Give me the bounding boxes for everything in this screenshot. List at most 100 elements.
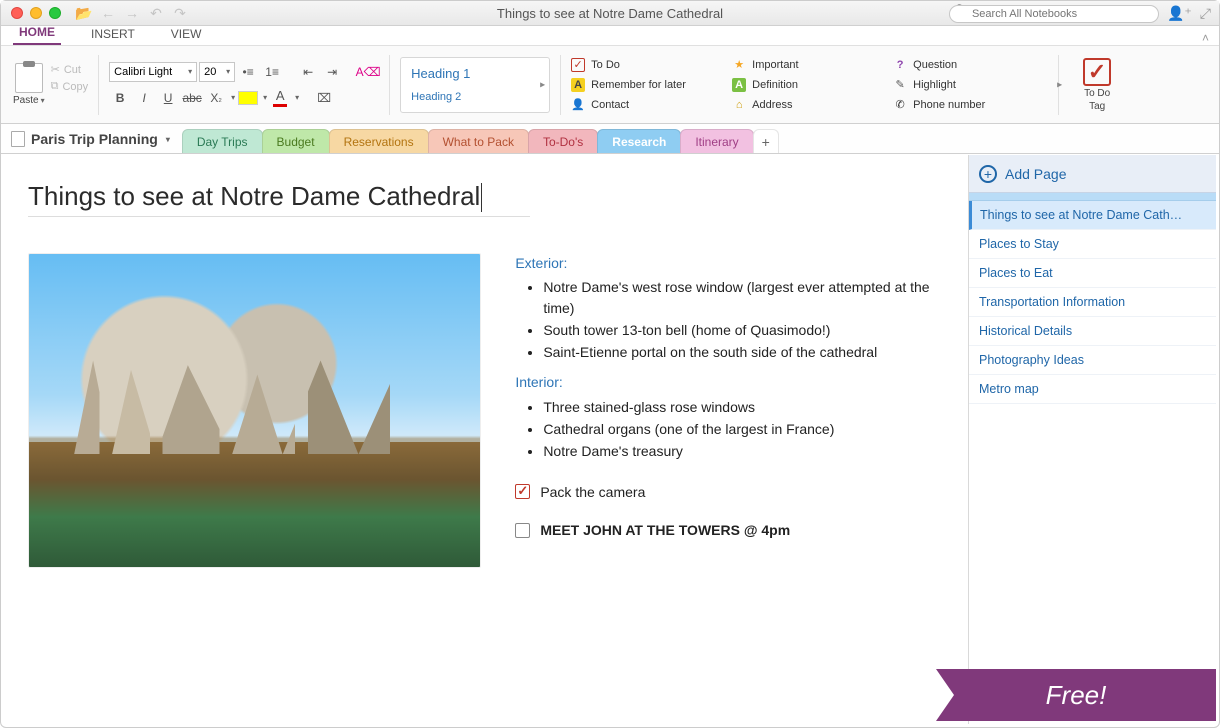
pen-icon: ✎	[893, 78, 907, 92]
underline-button[interactable]: U	[157, 87, 179, 109]
home-icon: ⌂	[732, 98, 746, 112]
font-color-button[interactable]: A	[269, 87, 291, 109]
close-window[interactable]	[11, 7, 23, 19]
bullets-button[interactable]: •≡	[237, 61, 259, 83]
fullscreen-icon[interactable]: ⤢	[1200, 5, 1211, 22]
exterior-heading: Exterior:	[515, 253, 944, 273]
scissors-icon: ✂	[51, 63, 60, 76]
task-label: Pack the camera	[540, 482, 645, 502]
style-heading2[interactable]: Heading 2	[411, 91, 539, 103]
back-icon[interactable]: ←	[99, 4, 117, 22]
phone-icon: ✆	[893, 98, 907, 112]
tag-contact[interactable]: 👤Contact	[571, 96, 726, 114]
tab-insert[interactable]: INSERT	[85, 25, 141, 45]
tag-phone[interactable]: ✆Phone number	[893, 96, 1048, 114]
styles-gallery[interactable]: Heading 1 Heading 2 ▸	[400, 57, 550, 113]
main-area: Things to see at Notre Dame Cathedral Ex…	[4, 155, 1216, 724]
subscript-button[interactable]: X₂	[205, 87, 227, 109]
indent-button[interactable]: ⇥	[321, 61, 343, 83]
section-tab-reservations[interactable]: Reservations	[329, 129, 429, 153]
style-heading1[interactable]: Heading 1	[411, 66, 539, 81]
cut-label: Cut	[64, 64, 81, 76]
copy-icon: ⧉	[51, 80, 59, 93]
letter-a-green-icon: A	[732, 78, 746, 92]
tag-todo[interactable]: ✓To Do	[571, 56, 726, 74]
tag-remember[interactable]: ARemember for later	[571, 76, 726, 94]
section-tab-to-do-s[interactable]: To-Do's	[528, 129, 598, 153]
page-canvas[interactable]: Things to see at Notre Dame Cathedral Ex…	[4, 155, 968, 724]
todo-tag-button[interactable]: ✓ To Do Tag	[1083, 58, 1111, 112]
font-size-value: 20	[204, 66, 216, 78]
page-list-item[interactable]: Historical Details	[969, 317, 1216, 346]
task-meet-john[interactable]: ✓ MEET JOHN AT THE TOWERS @ 4pm	[515, 520, 944, 540]
cut-button[interactable]: ✂ Cut	[51, 63, 89, 76]
question-icon: ?	[893, 58, 907, 72]
search-input[interactable]	[949, 5, 1159, 23]
page-list-strip	[969, 193, 1216, 201]
redo-icon[interactable]: ↷	[171, 4, 189, 22]
page-list-item[interactable]: Metro map	[969, 375, 1216, 404]
page-list-item[interactable]: Things to see at Notre Dame Cath…	[969, 201, 1216, 230]
minimize-window[interactable]	[30, 7, 42, 19]
checkmark-icon: ✓	[1083, 58, 1111, 86]
page-list-item[interactable]: Transportation Information	[969, 288, 1216, 317]
styles-expand-icon[interactable]: ▸	[540, 79, 545, 90]
paste-button[interactable]: Paste▾	[13, 63, 45, 106]
undo-icon[interactable]: ↶	[147, 4, 165, 22]
outdent-button[interactable]: ⇤	[297, 61, 319, 83]
highlight-button[interactable]	[237, 87, 259, 109]
add-page-button[interactable]: + Add Page	[969, 155, 1216, 193]
ribbon-tabs: HOME INSERT VIEW ˄	[1, 26, 1219, 46]
section-tab-budget[interactable]: Budget	[262, 129, 330, 153]
copy-button[interactable]: ⧉Copy	[51, 80, 89, 93]
format-painter-button[interactable]: ⌧	[313, 87, 335, 109]
plus-icon: +	[979, 165, 997, 183]
tag-definition[interactable]: ADefinition	[732, 76, 887, 94]
notre-dame-image[interactable]	[28, 253, 481, 568]
open-icon[interactable]: 📂	[75, 4, 93, 22]
bold-button[interactable]: B	[109, 87, 131, 109]
interior-heading: Interior:	[515, 372, 944, 392]
window-controls	[11, 7, 61, 19]
notebook-selector[interactable]: Paris Trip Planning ▾	[1, 131, 180, 153]
notebook-name: Paris Trip Planning	[31, 131, 158, 147]
checkbox-empty-icon[interactable]: ✓	[515, 523, 530, 538]
page-list-item[interactable]: Places to Eat	[969, 259, 1216, 288]
tags-gallery: ✓To Do ★Important ?Question ARemember fo…	[571, 56, 1048, 114]
tag-highlight[interactable]: ✎Highlight	[893, 76, 1048, 94]
section-tab-research[interactable]: Research	[597, 129, 681, 153]
page-notes[interactable]: Exterior: Notre Dame's west rose window …	[515, 253, 944, 540]
font-size-select[interactable]: 20▾	[199, 62, 235, 82]
list-item: Cathedral organs (one of the largest in …	[543, 419, 944, 439]
page-list-item[interactable]: Places to Stay	[969, 230, 1216, 259]
page-list-item[interactable]: Photography Ideas	[969, 346, 1216, 375]
page-list: Things to see at Notre Dame Cath…Places …	[969, 201, 1216, 404]
tab-home[interactable]: HOME	[13, 23, 61, 45]
checkbox-checked-icon[interactable]: ✓	[515, 484, 530, 499]
ribbon-collapse-icon[interactable]: ˄	[1202, 31, 1209, 45]
notebook-icon	[11, 131, 25, 147]
section-tab-day-trips[interactable]: Day Trips	[182, 129, 263, 153]
font-family-select[interactable]: Calibri Light▾	[109, 62, 197, 82]
tab-view[interactable]: VIEW	[165, 25, 208, 45]
contact-icon: 👤	[571, 98, 585, 112]
section-tab-itinerary[interactable]: Itinerary	[680, 129, 753, 153]
italic-button[interactable]: I	[133, 87, 155, 109]
tag-address[interactable]: ⌂Address	[732, 96, 887, 114]
forward-icon[interactable]: →	[123, 4, 141, 22]
zoom-window[interactable]	[49, 7, 61, 19]
clear-formatting-button[interactable]: A⌫	[357, 61, 379, 83]
titlebar: 📂 ← → ↶ ↷ Things to see at Notre Dame Ca…	[1, 1, 1219, 26]
task-label: MEET JOHN AT THE TOWERS @ 4pm	[540, 520, 790, 540]
strikethrough-button[interactable]: abc	[181, 87, 203, 109]
tags-expand-icon[interactable]: ▸	[1057, 79, 1062, 90]
tag-important[interactable]: ★Important	[732, 56, 887, 74]
checkbox-icon: ✓	[571, 58, 585, 72]
page-title[interactable]: Things to see at Notre Dame Cathedral	[28, 181, 530, 217]
tag-question[interactable]: ?Question	[893, 56, 1048, 74]
section-tab-what-to-pack[interactable]: What to Pack	[428, 129, 529, 153]
share-icon[interactable]: 👤⁺	[1167, 5, 1192, 22]
numbering-button[interactable]: 1≡	[261, 61, 283, 83]
add-section-button[interactable]: +	[753, 129, 779, 153]
task-pack-camera[interactable]: ✓ Pack the camera	[515, 482, 944, 502]
